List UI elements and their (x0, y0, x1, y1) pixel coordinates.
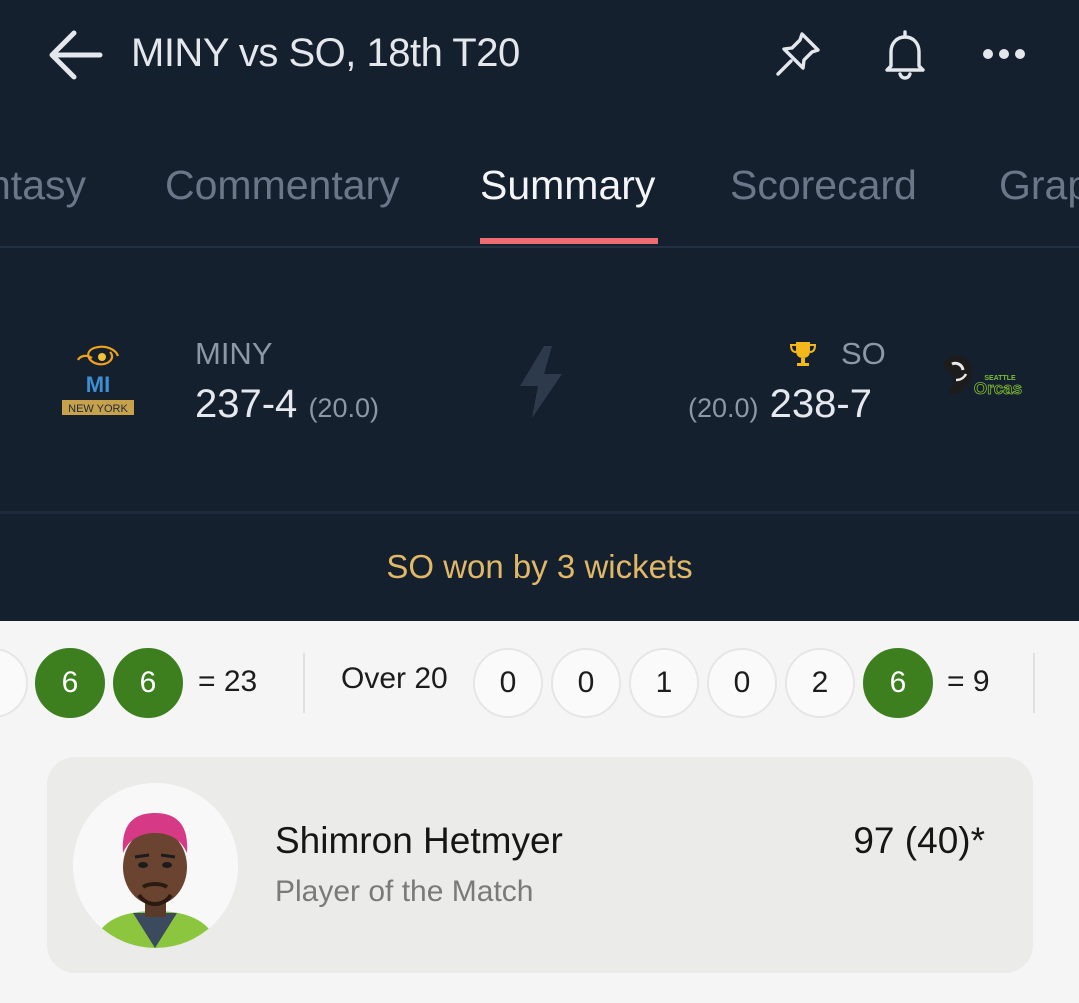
back-arrow-icon[interactable] (44, 27, 104, 83)
player-score: 97 (40)* (853, 820, 985, 861)
ball: 1 (629, 648, 699, 718)
ball: 2 (785, 648, 855, 718)
versus-bolt-icon (520, 346, 562, 418)
so-logo-text: Orcas (974, 379, 1022, 398)
team2-score: 238-7 (769, 382, 872, 426)
ball-six: 6 (863, 648, 933, 718)
player-of-match-card[interactable]: Shimron Hetmyer Player of the Match 97 (… (47, 757, 1033, 973)
bell-icon[interactable] (877, 26, 933, 82)
team1-overs: (20.0) (308, 393, 379, 423)
section-divider (0, 511, 1079, 514)
ball: 0 (707, 648, 777, 718)
page-title: MINY vs SO, 18th T20 (131, 31, 520, 75)
ball: 0 (551, 648, 621, 718)
tab-bar: ntasy Commentary Summary Scorecard Grap (0, 150, 1079, 248)
more-icon[interactable] (976, 26, 1032, 82)
tab-summary[interactable]: Summary (480, 160, 655, 210)
team1-score: 237-4 (195, 382, 298, 426)
tab-fantasy[interactable]: ntasy (0, 160, 86, 210)
tab-scorecard[interactable]: Scorecard (730, 160, 917, 210)
tab-commentary[interactable]: Commentary (165, 160, 400, 210)
player-avatar (73, 783, 238, 948)
team1-name: MINY (195, 336, 273, 371)
current-over-total: = 9 (947, 665, 990, 698)
team1-score-line: 237-4 (20.0) (195, 381, 379, 431)
pin-icon[interactable] (770, 26, 826, 82)
overs-strip[interactable]: 6 6 = 23 Over 20 0 0 1 0 2 6 = 9 (0, 621, 1079, 739)
over-separator (1033, 653, 1035, 713)
trophy-icon (789, 342, 817, 366)
player-name: Shimron Hetmyer (275, 820, 563, 861)
top-bar: MINY vs SO, 18th T20 (0, 0, 1079, 110)
miny-team-logo: MI NEW YORK (62, 345, 134, 415)
miny-logo-subtext: NEW YORK (68, 403, 128, 415)
ball-six: 6 (113, 648, 183, 718)
ball: 0 (473, 648, 543, 718)
player-role: Player of the Match (275, 875, 534, 908)
ball-six: 6 (35, 648, 105, 718)
team2-overs: (20.0) (688, 393, 759, 423)
player-avatar-image (73, 783, 238, 948)
over-label: Over 20 (341, 662, 448, 695)
ball-partial (0, 648, 28, 718)
match-result: SO won by 3 wickets (386, 548, 693, 585)
miny-logo-text: MI (86, 372, 110, 397)
team2-name: SO (841, 336, 886, 371)
so-team-logo: SEATTLE Orcas (943, 355, 1023, 398)
team2-score-line: (20.0) 238-7 (688, 381, 872, 431)
prev-over-total: = 23 (198, 665, 258, 698)
over-separator (303, 653, 305, 713)
active-tab-indicator (480, 238, 658, 244)
tab-graphs[interactable]: Grap (999, 160, 1079, 210)
